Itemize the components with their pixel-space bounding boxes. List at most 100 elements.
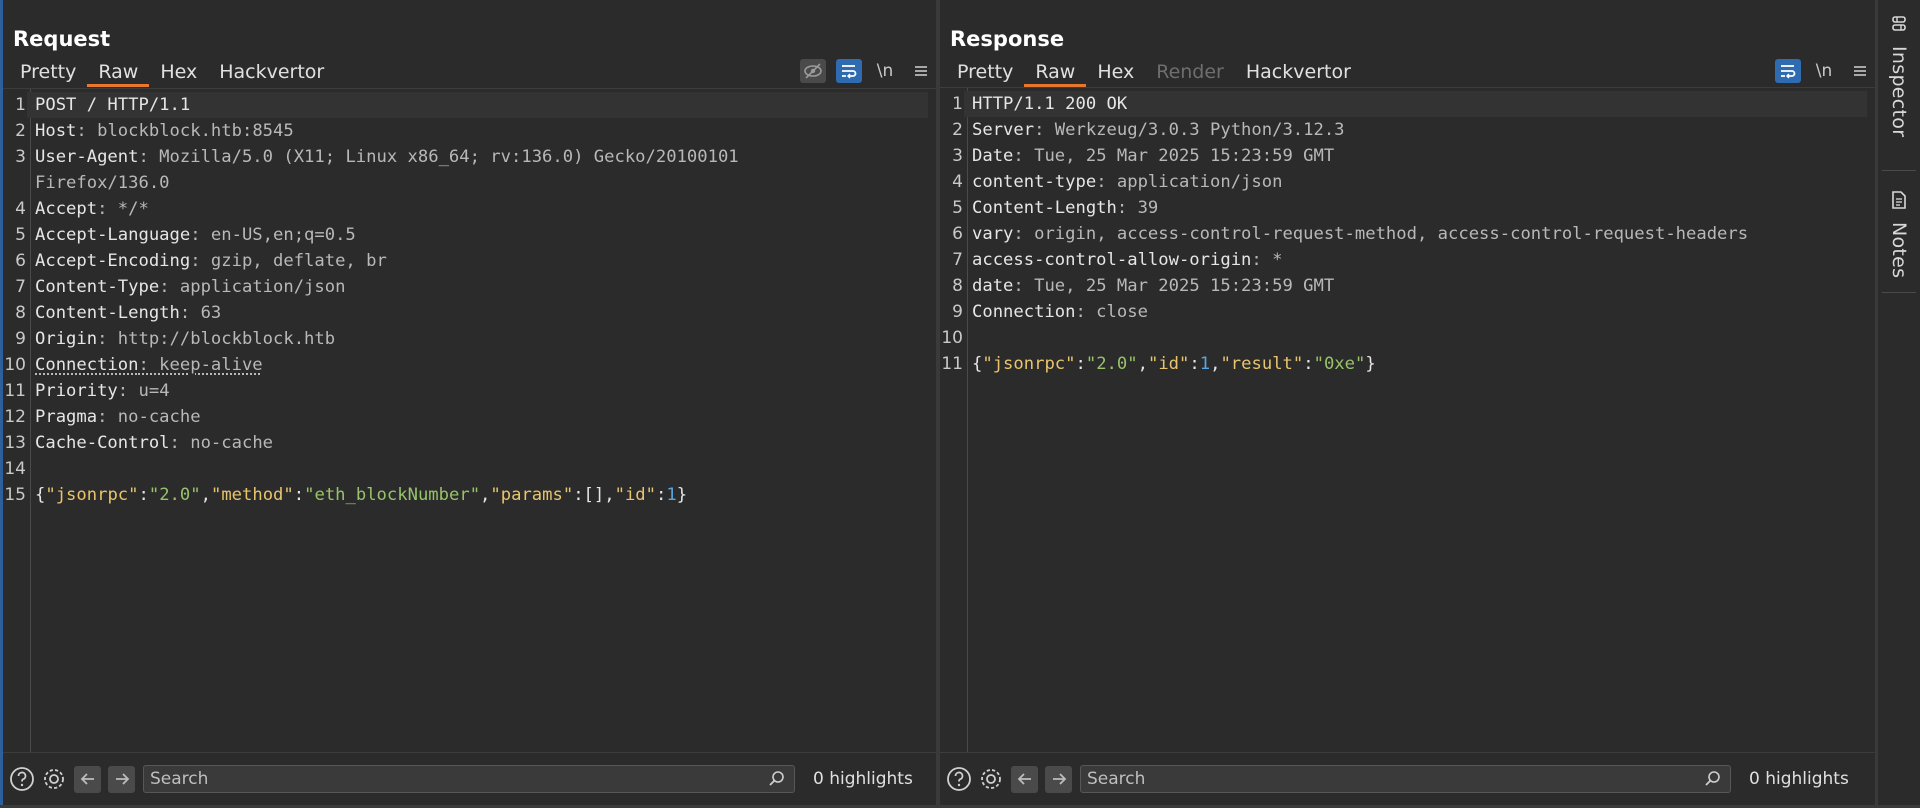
settings-gear-icon[interactable]: [978, 766, 1004, 792]
request-tab-pretty[interactable]: Pretty: [9, 57, 87, 87]
line-number: 9: [952, 302, 963, 322]
menu-icon[interactable]: [1847, 59, 1873, 83]
code-token: {: [35, 485, 46, 505]
newline-toggle[interactable]: \n: [872, 59, 898, 83]
line-content: Accept-Encoding: gzip, deflate, br: [27, 248, 928, 274]
code-token: "method": [210, 485, 294, 505]
request-search-field[interactable]: [143, 765, 795, 793]
response-editor[interactable]: 1 HTTP/1.1 200 OK 2 Server: Werkzeug/3.0.3 …: [940, 87, 1875, 752]
sidebar-tab-notes[interactable]: Notes: [1878, 190, 1920, 278]
response-tab-hex[interactable]: Hex: [1086, 57, 1145, 87]
line-content: [964, 325, 1867, 351]
response-tabs: Pretty Raw Hex Render Hackvertor: [946, 57, 1362, 87]
settings-gear-icon[interactable]: [41, 766, 67, 792]
previous-match-button[interactable]: [1011, 765, 1038, 793]
code-token: : u=4: [117, 381, 170, 401]
search-icon: [768, 770, 786, 792]
line-content: HTTP/1.1 200 OK: [964, 91, 1867, 117]
request-toolbar: \n: [800, 57, 934, 85]
word-wrap-icon[interactable]: [1775, 59, 1801, 83]
code-token: }: [1365, 354, 1376, 374]
sidebar-divider: [1882, 292, 1916, 293]
line-content: Priority: u=4: [27, 378, 928, 404]
request-tab-raw[interactable]: Raw: [87, 57, 150, 87]
code-token: : close: [1075, 302, 1148, 322]
code-token: ,: [1137, 354, 1148, 374]
line-number: 11: [4, 381, 26, 401]
code-token: Server: [972, 120, 1035, 140]
hide-nonprinting-icon[interactable]: [800, 59, 826, 83]
response-search-input[interactable]: [1081, 769, 1730, 789]
line-content: Content-Length: 39: [964, 195, 1867, 221]
code-token: "id": [1147, 354, 1190, 374]
request-tab-hackvertor[interactable]: Hackvertor: [208, 57, 335, 87]
code-token: }: [676, 485, 688, 505]
newline-toggle[interactable]: \n: [1811, 59, 1837, 83]
response-tab-pretty[interactable]: Pretty: [946, 57, 1024, 87]
line-content: Pragma: no-cache: [27, 404, 928, 430]
code-token: User-Agent: [35, 147, 139, 167]
code-token: Origin: [35, 329, 98, 349]
menu-icon[interactable]: [908, 59, 934, 83]
line-number: 14: [4, 459, 26, 479]
code-token: "0xe": [1313, 354, 1366, 374]
request-search-input[interactable]: [144, 769, 794, 789]
code-line: 4 content-type: application/json: [940, 169, 1867, 195]
line-content: POST / HTTP/1.1: [27, 92, 928, 118]
line-number: 6: [15, 251, 26, 271]
code-token: : *: [1251, 250, 1283, 270]
line-content: User-Agent: Mozilla/5.0 (X11; Linux x86_…: [27, 144, 928, 170]
code-token: :: [1189, 354, 1200, 374]
line-number: 7: [15, 277, 26, 297]
code-token: POST / HTTP/1.1: [35, 95, 191, 115]
previous-match-button[interactable]: [74, 765, 101, 793]
help-icon[interactable]: [9, 766, 35, 792]
code-token: : blockblock.htb:8545: [76, 121, 294, 141]
request-editor[interactable]: 1 POST / HTTP/1.1 2 Host: blockblock.htb:85…: [3, 88, 936, 753]
line-number: [3, 170, 27, 196]
inspector-sidebar: Inspector Notes: [1878, 0, 1920, 805]
code-token: 1: [666, 485, 677, 505]
code-token: Pragma: [35, 407, 98, 427]
code-token: : Tue, 25 Mar 2025 15:23:59 GMT: [1013, 146, 1335, 166]
line-content: [27, 456, 928, 482]
notes-icon: [1889, 190, 1909, 214]
line-content: Accept: */*: [27, 196, 928, 222]
code-line: 9 Origin: http://blockblock.htb: [3, 326, 928, 352]
next-match-button[interactable]: [1045, 765, 1072, 793]
line-number: 13: [4, 433, 26, 453]
response-tab-hackvertor[interactable]: Hackvertor: [1235, 57, 1362, 87]
line-content: Origin: http://blockblock.htb: [27, 326, 928, 352]
code-token: Content-Type: [35, 277, 160, 297]
response-title: Response: [950, 27, 1065, 51]
code-token: Connection: [972, 302, 1076, 322]
request-tab-hex[interactable]: Hex: [149, 57, 208, 87]
line-number: 12: [4, 407, 26, 427]
line-number: 11: [941, 354, 963, 374]
code-token: : */*: [97, 199, 149, 219]
response-search-bar: 0 highlights: [940, 752, 1875, 805]
line-number: 4: [952, 172, 963, 192]
line-content: Connection: close: [964, 299, 1867, 325]
code-token: vary: [972, 224, 1014, 244]
code-line: Firefox/136.0: [3, 170, 928, 196]
code-token: : http://blockblock.htb: [97, 329, 336, 349]
response-tab-raw[interactable]: Raw: [1024, 57, 1087, 87]
response-search-field[interactable]: [1080, 765, 1731, 793]
code-line: 10 Connection: keep-alive: [3, 352, 928, 378]
request-tabs: Pretty Raw Hex Hackvertor: [9, 57, 335, 87]
code-token: Content-Length: [972, 198, 1117, 218]
response-toolbar: \n: [1775, 57, 1873, 85]
search-icon: [1704, 770, 1722, 792]
help-icon[interactable]: [946, 766, 972, 792]
line-number: 1: [952, 94, 963, 114]
code-token: Date: [972, 146, 1014, 166]
sidebar-tab-inspector[interactable]: Inspector: [1878, 14, 1920, 137]
line-number: 10: [941, 328, 963, 348]
code-line: 3 User-Agent: Mozilla/5.0 (X11; Linux x86…: [3, 144, 928, 170]
word-wrap-icon[interactable]: [836, 59, 862, 83]
code-token: : 63: [179, 303, 222, 323]
next-match-button[interactable]: [108, 765, 135, 793]
code-token: ,: [200, 485, 211, 505]
code-token: {: [972, 354, 983, 374]
